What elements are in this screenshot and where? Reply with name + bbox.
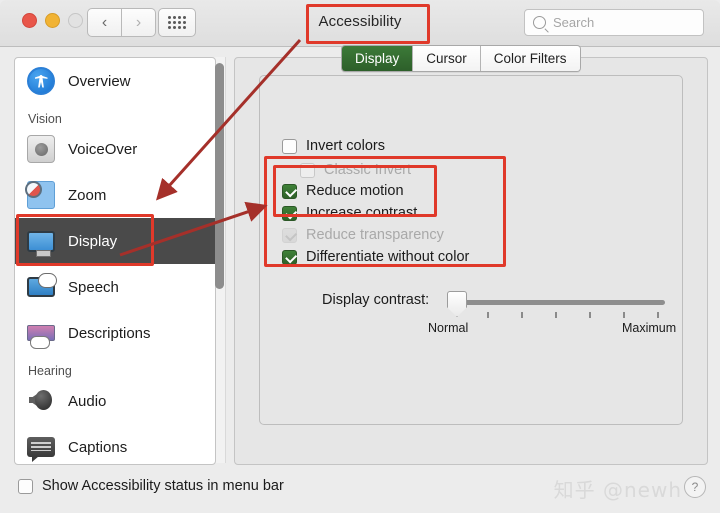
checkbox-label: Show Accessibility status in menu bar xyxy=(42,478,284,494)
sidebar-item-label: Speech xyxy=(68,278,119,296)
slider-tick xyxy=(555,312,557,318)
display-contrast-label: Display contrast: xyxy=(322,292,430,308)
checkbox-box xyxy=(18,478,33,494)
slider-tick xyxy=(623,312,625,318)
sidebar-item-label: Descriptions xyxy=(68,324,151,342)
tab-display[interactable]: Display xyxy=(342,46,414,71)
sidebar-item-audio[interactable]: Audio xyxy=(15,378,215,424)
tab-bar: Display Cursor Color Filters xyxy=(341,45,581,72)
checkbox-label: Reduce motion xyxy=(306,183,404,199)
watermark: 知乎 @newh xyxy=(553,478,682,502)
search-placeholder: Search xyxy=(553,15,595,30)
checkbox-label: Differentiate without color xyxy=(306,249,470,265)
search-field[interactable]: Search xyxy=(524,9,704,36)
speaker-icon xyxy=(27,387,55,415)
zoom-magnifier-icon xyxy=(25,181,55,209)
sidebar-item-voiceover[interactable]: VoiceOver xyxy=(15,126,215,172)
settings-group-box: Invert colors Classic Invert Reduce moti… xyxy=(259,75,683,425)
checkbox-box xyxy=(282,249,297,265)
speech-bubble-icon xyxy=(27,273,57,297)
checkbox-box xyxy=(282,205,297,221)
checkbox-box xyxy=(300,162,315,178)
sidebar-group-hearing: Hearing xyxy=(28,364,72,378)
slider-tick xyxy=(589,312,591,318)
slider-tick xyxy=(657,312,659,318)
slider-max-label: Maximum xyxy=(622,321,677,335)
sidebar-item-label: Audio xyxy=(68,392,107,410)
tab-color-filters[interactable]: Color Filters xyxy=(480,46,580,71)
main-panel: Display Cursor Color Filters Invert colo… xyxy=(234,45,708,465)
sidebar-item-label: Display xyxy=(68,232,118,250)
checkbox-label: Increase contrast xyxy=(306,205,418,221)
sidebar-item-label: Zoom xyxy=(68,186,107,204)
sidebar-item-descriptions[interactable]: Descriptions xyxy=(15,310,215,356)
voiceover-icon xyxy=(27,135,55,163)
sidebar-group-vision: Vision xyxy=(28,112,62,126)
checkbox-box xyxy=(282,227,297,243)
checkbox-label: Invert colors xyxy=(306,138,385,154)
sidebar-scrollbar-thumb[interactable] xyxy=(215,63,224,289)
checkbox-reduce-motion[interactable]: Reduce motion xyxy=(282,183,404,199)
sidebar-item-label: Captions xyxy=(68,438,128,456)
checkbox-box xyxy=(282,183,297,199)
sidebar-item-label: Overview xyxy=(68,72,131,90)
sidebar: Overview Vision VoiceOver Zoom Display S… xyxy=(14,57,216,465)
slider-tick xyxy=(521,312,523,318)
preferences-window: ‹ › Accessibility Search Overview Vision… xyxy=(0,0,720,513)
display-contrast-slider-thumb[interactable] xyxy=(447,291,467,317)
checkbox-box xyxy=(282,138,297,154)
checkbox-label: Classic Invert xyxy=(324,162,412,178)
sidebar-item-captions[interactable]: Captions xyxy=(15,424,215,464)
checkbox-invert-colors[interactable]: Invert colors xyxy=(282,138,385,154)
descriptions-icon xyxy=(27,325,55,349)
checkbox-classic-invert[interactable]: Classic Invert xyxy=(300,162,411,178)
sidebar-item-label: VoiceOver xyxy=(68,140,138,158)
checkbox-label: Reduce transparency xyxy=(306,227,444,243)
checkbox-increase-contrast[interactable]: Increase contrast xyxy=(282,205,417,221)
sidebar-item-overview[interactable]: Overview xyxy=(15,58,215,104)
search-icon xyxy=(533,16,546,29)
checkbox-differentiate-without-color[interactable]: Differentiate without color xyxy=(282,249,469,265)
sidebar-item-display[interactable]: Display xyxy=(15,218,215,264)
display-monitor-icon xyxy=(27,230,55,257)
display-contrast-slider-track[interactable] xyxy=(452,300,665,305)
help-button[interactable]: ? xyxy=(684,476,706,498)
checkbox-show-accessibility-status[interactable]: Show Accessibility status in menu bar xyxy=(18,478,284,494)
title-bar: ‹ › Accessibility Search xyxy=(0,0,720,47)
slider-tick xyxy=(487,312,489,318)
tab-cursor[interactable]: Cursor xyxy=(413,46,481,71)
slider-min-label: Normal xyxy=(428,321,469,335)
sidebar-item-speech[interactable]: Speech xyxy=(15,264,215,310)
captions-icon xyxy=(27,437,55,457)
sidebar-item-zoom[interactable]: Zoom xyxy=(15,172,215,218)
checkbox-reduce-transparency[interactable]: Reduce transparency xyxy=(282,227,444,243)
accessibility-person-icon xyxy=(27,67,55,95)
